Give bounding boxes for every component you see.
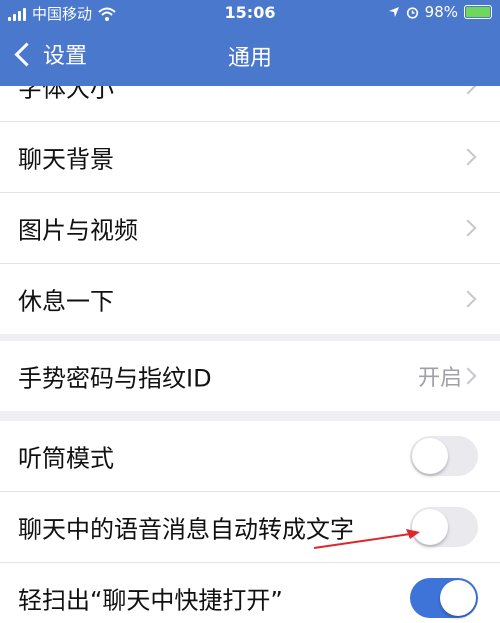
row-label: 聊天背景 [18,145,114,174]
row-gesture-password[interactable]: 手势密码与指纹ID 开启 [0,341,500,411]
general-settings-group: 字体大小 聊天背景 图片与视频 休息一下 [0,51,500,334]
status-right: 98% [388,3,492,21]
earpiece-mode-toggle[interactable] [410,436,478,476]
row-value: 开启 [417,366,462,391]
row-chat-background[interactable]: 聊天背景 [0,122,500,193]
row-label: 字体大小 [18,74,114,103]
chevron-right-icon [459,219,477,237]
row-take-a-break[interactable]: 休息一下 [0,264,500,334]
row-label: 轻扫出“聊天中快捷打开” [18,586,283,615]
status-bar: 中国移动 15:06 98% [0,0,500,26]
battery-icon [464,5,492,19]
row-voice-to-text: 聊天中的语音消息自动转成文字 [0,492,500,563]
row-label: 手势密码与指纹ID [18,364,212,393]
page-title-overlay: 通用 [227,46,272,71]
chevron-right-icon [459,77,477,95]
chevron-right-icon [459,367,477,385]
row-label: 聊天中的语音消息自动转成文字 [18,515,354,544]
chevron-right-icon [459,148,477,166]
chevron-right-icon [459,290,477,308]
row-label: 休息一下 [18,287,114,316]
row-photos-videos[interactable]: 图片与视频 [0,193,500,264]
location-icon [388,7,399,17]
row-label: 听筒模式 [18,444,114,473]
row-earpiece-mode: 听筒模式 [0,421,500,492]
security-group: 手势密码与指纹ID 开启 [0,341,500,411]
row-label: 图片与视频 [18,216,138,245]
swipe-quick-open-toggle[interactable] [410,578,478,618]
row-swipe-quick-open: 轻扫出“聊天中快捷打开” [0,563,500,623]
alarm-icon [406,6,418,19]
toggles-group: 听筒模式 聊天中的语音消息自动转成文字 轻扫出“聊天中快捷打开” [0,421,500,623]
battery-label: 98% [424,3,458,21]
annotation-arrow-icon [313,529,420,549]
